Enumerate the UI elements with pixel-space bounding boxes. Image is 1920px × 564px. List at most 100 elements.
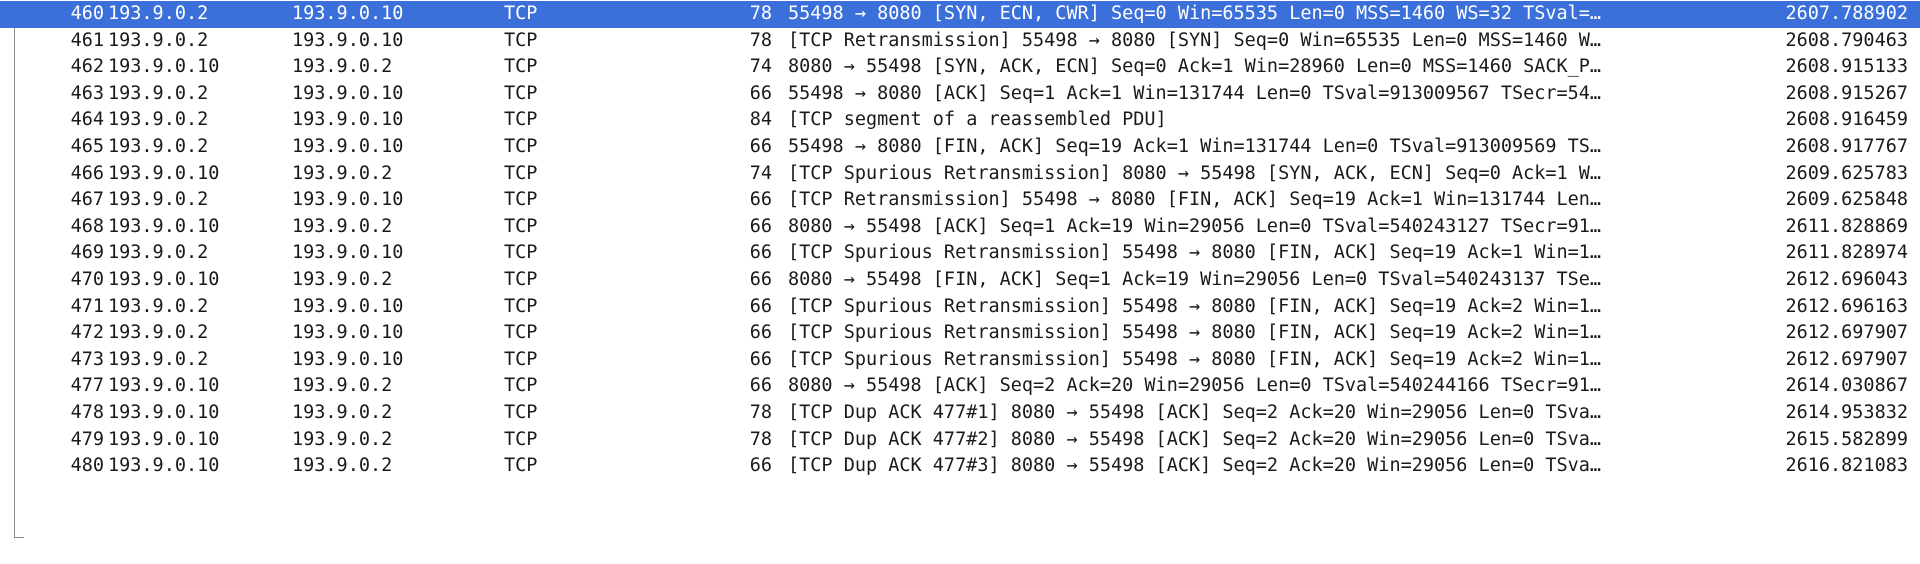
packet-time: 2608.915267 [1785, 82, 1908, 104]
packet-destination: 193.9.0.2 [292, 401, 393, 423]
packet-row[interactable]: 478 193.9.0.10 193.9.0.2 TCP 78 [TCP Dup… [0, 400, 1920, 427]
packet-row[interactable]: 472 193.9.0.2 193.9.0.10 TCP 66 [TCP Spu… [0, 320, 1920, 347]
packet-row[interactable]: 471 193.9.0.2 193.9.0.10 TCP 66 [TCP Spu… [0, 294, 1920, 321]
packet-list[interactable]: 460 193.9.0.2 193.9.0.10 TCP 78 55498 → … [0, 1, 1920, 538]
packet-length: 66 [749, 348, 772, 370]
packet-protocol: TCP [504, 428, 538, 450]
packet-source: 193.9.0.10 [108, 375, 220, 397]
packet-protocol: TCP [504, 322, 538, 344]
packet-length: 66 [749, 82, 772, 104]
packet-number: 478 [70, 401, 104, 423]
packet-protocol: TCP [504, 162, 538, 184]
packet-row[interactable]: 468 193.9.0.10 193.9.0.2 TCP 66 8080 → 5… [0, 214, 1920, 241]
packet-destination: 193.9.0.2 [292, 56, 393, 78]
packet-number: 462 [70, 56, 104, 78]
packet-destination: 193.9.0.10 [292, 29, 404, 51]
packet-number: 461 [70, 29, 104, 51]
packet-info: [TCP Retransmission] 55498 → 8080 [SYN] … [788, 29, 1602, 51]
packet-time: 2608.917767 [1785, 135, 1908, 157]
packet-row[interactable]: 460 193.9.0.2 193.9.0.10 TCP 78 55498 → … [0, 1, 1920, 28]
packet-length: 66 [749, 295, 772, 317]
packet-source: 193.9.0.10 [108, 428, 220, 450]
packet-protocol: TCP [504, 29, 538, 51]
packet-info: [TCP Dup ACK 477#2] 8080 → 55498 [ACK] S… [788, 428, 1602, 450]
packet-protocol: TCP [504, 215, 538, 237]
packet-info: [TCP Dup ACK 477#1] 8080 → 55498 [ACK] S… [788, 401, 1602, 423]
packet-source: 193.9.0.10 [108, 401, 220, 423]
packet-protocol: TCP [504, 375, 538, 397]
packet-row[interactable]: 480 193.9.0.10 193.9.0.2 TCP 66 [TCP Dup… [0, 453, 1920, 480]
packet-time: 2614.953832 [1785, 401, 1908, 423]
packet-number: 472 [70, 322, 104, 344]
packet-protocol: TCP [504, 401, 538, 423]
packet-length: 66 [749, 135, 772, 157]
packet-length: 78 [749, 428, 772, 450]
packet-row[interactable]: 465 193.9.0.2 193.9.0.10 TCP 66 55498 → … [0, 134, 1920, 161]
packet-time: 2611.828869 [1785, 215, 1908, 237]
packet-number: 479 [70, 428, 104, 450]
packet-row[interactable]: 479 193.9.0.10 193.9.0.2 TCP 78 [TCP Dup… [0, 427, 1920, 454]
packet-number: 460 [70, 3, 104, 24]
packet-protocol: TCP [504, 242, 538, 264]
packet-number: 469 [70, 242, 104, 264]
packet-protocol: TCP [504, 3, 538, 24]
packet-row[interactable]: 464 193.9.0.2 193.9.0.10 TCP 84 [TCP seg… [0, 107, 1920, 134]
packet-protocol: TCP [504, 189, 538, 211]
packet-destination: 193.9.0.2 [292, 162, 393, 184]
packet-number: 468 [70, 215, 104, 237]
packet-info: [TCP Spurious Retransmission] 55498 → 80… [788, 295, 1602, 317]
packet-destination: 193.9.0.10 [292, 82, 404, 104]
packet-time: 2611.828974 [1785, 242, 1908, 264]
packet-protocol: TCP [504, 56, 538, 78]
packet-number: 467 [70, 189, 104, 211]
packet-protocol: TCP [504, 82, 538, 104]
packet-row[interactable]: 463 193.9.0.2 193.9.0.10 TCP 66 55498 → … [0, 81, 1920, 108]
packet-destination: 193.9.0.10 [292, 295, 404, 317]
packet-length: 78 [749, 3, 772, 24]
packet-protocol: TCP [504, 135, 538, 157]
packet-row[interactable]: 469 193.9.0.2 193.9.0.10 TCP 66 [TCP Spu… [0, 240, 1920, 267]
packet-row[interactable]: 467 193.9.0.2 193.9.0.10 TCP 66 [TCP Ret… [0, 187, 1920, 214]
packet-number: 471 [70, 295, 104, 317]
packet-source: 193.9.0.2 [108, 295, 209, 317]
packet-time: 2608.915133 [1785, 56, 1908, 78]
packet-time: 2616.821083 [1785, 455, 1908, 477]
packet-protocol: TCP [504, 455, 538, 477]
packet-time: 2615.582899 [1785, 428, 1908, 450]
packet-row[interactable]: 477 193.9.0.10 193.9.0.2 TCP 66 8080 → 5… [0, 373, 1920, 400]
packet-source: 193.9.0.10 [108, 268, 220, 290]
packet-destination: 193.9.0.10 [292, 135, 404, 157]
packet-destination: 193.9.0.2 [292, 215, 393, 237]
packet-source: 193.9.0.2 [108, 3, 209, 24]
packet-row[interactable]: 462 193.9.0.10 193.9.0.2 TCP 74 8080 → 5… [0, 54, 1920, 81]
packet-length: 74 [749, 162, 772, 184]
packet-destination: 193.9.0.10 [292, 322, 404, 344]
packet-row[interactable]: 466 193.9.0.10 193.9.0.2 TCP 74 [TCP Spu… [0, 161, 1920, 188]
packet-row[interactable]: 473 193.9.0.2 193.9.0.10 TCP 66 [TCP Spu… [0, 347, 1920, 374]
packet-length: 66 [749, 215, 772, 237]
packet-destination: 193.9.0.2 [292, 375, 393, 397]
packet-protocol: TCP [504, 268, 538, 290]
packet-length: 78 [749, 29, 772, 51]
packet-length: 84 [749, 109, 772, 131]
packet-source: 193.9.0.10 [108, 162, 220, 184]
packet-destination: 193.9.0.10 [292, 109, 404, 131]
packet-source: 193.9.0.2 [108, 348, 209, 370]
packet-info: 8080 → 55498 [ACK] Seq=2 Ack=20 Win=2905… [788, 375, 1602, 397]
packet-protocol: TCP [504, 109, 538, 131]
packet-source: 193.9.0.2 [108, 29, 209, 51]
packet-time: 2614.030867 [1785, 375, 1908, 397]
packet-info: 55498 → 8080 [ACK] Seq=1 Ack=1 Win=13174… [788, 82, 1602, 104]
packet-length: 74 [749, 56, 772, 78]
packet-protocol: TCP [504, 348, 538, 370]
packet-row[interactable]: 470 193.9.0.10 193.9.0.2 TCP 66 8080 → 5… [0, 267, 1920, 294]
packet-row[interactable]: 461 193.9.0.2 193.9.0.10 TCP 78 [TCP Ret… [0, 28, 1920, 55]
packet-time: 2608.790463 [1785, 29, 1908, 51]
packet-source: 193.9.0.2 [108, 242, 209, 264]
packet-length: 66 [749, 242, 772, 264]
packet-info: [TCP Spurious Retransmission] 55498 → 80… [788, 322, 1602, 344]
packet-number: 466 [70, 162, 104, 184]
packet-destination: 193.9.0.2 [292, 268, 393, 290]
packet-time: 2607.788902 [1785, 3, 1908, 24]
packet-destination: 193.9.0.2 [292, 428, 393, 450]
